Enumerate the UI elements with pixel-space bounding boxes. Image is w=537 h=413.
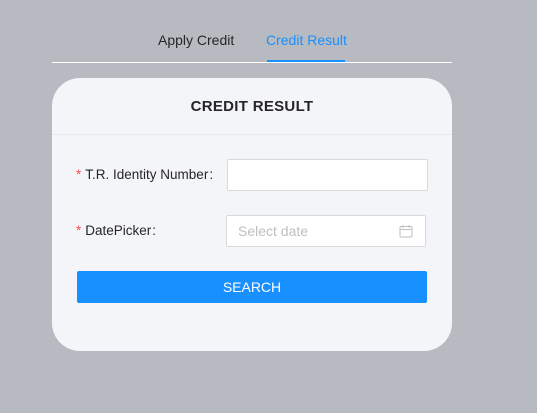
identity-number-input[interactable] [227,159,428,191]
label-colon: : [209,167,214,182]
date-picker-input[interactable]: Select date [226,215,426,247]
active-tab-indicator [267,60,345,62]
label-colon: : [152,223,157,238]
required-mark: * [76,167,82,182]
date-placeholder: Select date [238,223,309,239]
date-picker-label: * DatePicker: [76,215,156,247]
identity-number-row: * T.R. Identity Number: [52,159,452,191]
credit-result-card: CREDIT RESULT * T.R. Identity Number: * Da… [52,78,452,351]
tab-bar: Apply Credit Credit Result [52,0,452,63]
required-mark: * [76,223,82,238]
tab-credit-result[interactable]: Credit Result [266,30,347,50]
date-picker-row: * DatePicker: Select date [52,215,452,247]
search-button[interactable]: SEARCH [77,271,427,303]
tab-apply-credit[interactable]: Apply Credit [158,30,234,50]
card-header: CREDIT RESULT [52,78,452,135]
card-title: CREDIT RESULT [190,97,314,115]
identity-number-label-text: T.R. Identity Number [85,167,209,182]
date-picker-label-text: DatePicker [85,223,152,238]
calendar-icon [399,225,413,238]
identity-number-label: * T.R. Identity Number: [76,159,213,191]
